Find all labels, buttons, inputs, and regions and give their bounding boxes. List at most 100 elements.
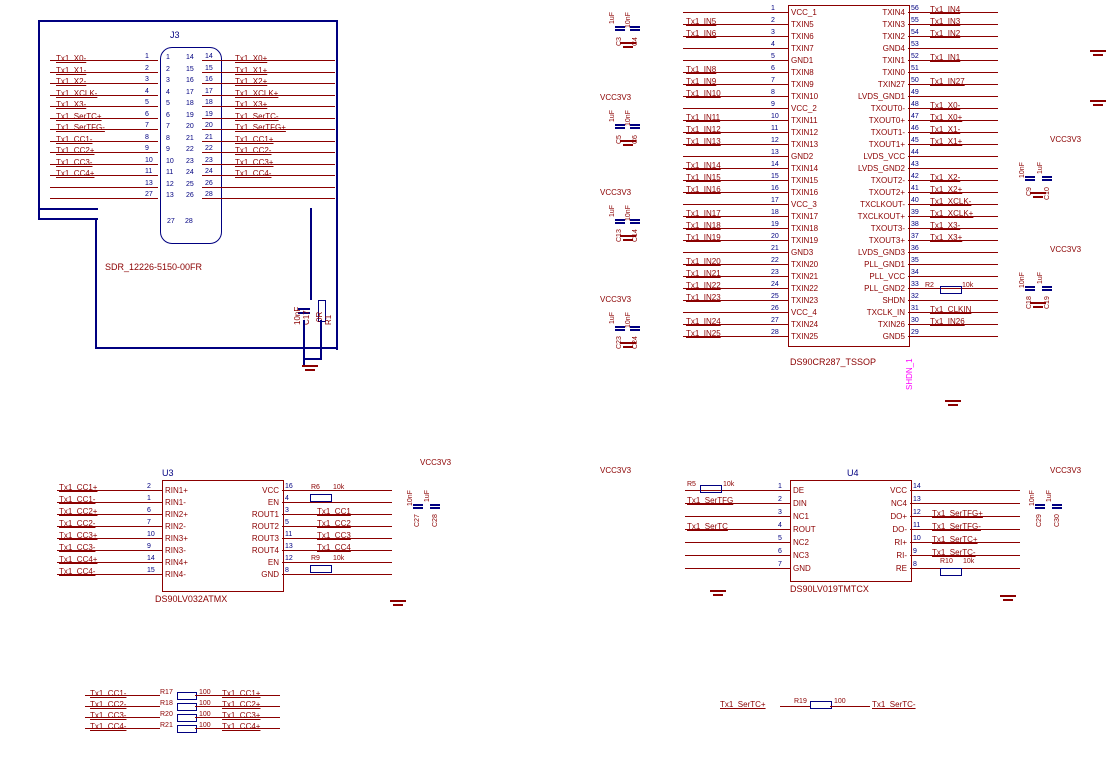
u3-left-net: Tx1_CC1+ xyxy=(59,483,97,492)
wire xyxy=(282,562,392,563)
gnd-c34 xyxy=(620,42,636,54)
u4-pin-num: 5 xyxy=(778,535,782,542)
j3-left-net: Tx1_X3- xyxy=(56,100,86,109)
c19-val: 1uF xyxy=(1037,272,1044,284)
u2-pin-num: 30 xyxy=(911,317,919,324)
u2-pin-name: LVDS_VCC xyxy=(863,152,905,161)
r2-val: 10k xyxy=(962,282,973,289)
u2-right-net: Tx1_IN26 xyxy=(930,317,965,326)
u2-pin-num: 35 xyxy=(911,257,919,264)
u4-pin-num: 12 xyxy=(913,509,921,516)
c13-val: 1uF xyxy=(609,205,616,217)
cap-c28 xyxy=(430,498,440,513)
gnd-u2-top xyxy=(1090,50,1106,62)
j3-part: SDR_12226-5150-00FR xyxy=(105,262,202,272)
u2-pin-name: LVDS_GND1 xyxy=(858,92,905,101)
wire xyxy=(95,347,337,349)
u2-pin-name: TXIN22 xyxy=(791,284,818,293)
r1-ref: R1 xyxy=(324,315,333,325)
j3-pin-num: 7 xyxy=(145,122,149,129)
u3-pin-num: 7 xyxy=(147,519,151,526)
u2-left-net: Tx1_IN17 xyxy=(686,209,721,218)
u2-pin-num: 28 xyxy=(771,329,779,336)
wire xyxy=(85,717,160,718)
u2-pin-num: 56 xyxy=(911,5,919,12)
cap-c23 xyxy=(615,320,625,335)
u4-pin-num: 10 xyxy=(913,535,921,542)
u2-left-net: Tx1_IN20 xyxy=(686,257,721,266)
u3-part: DS90LV032ATMX xyxy=(155,594,227,604)
wire xyxy=(38,20,40,220)
j3-body-pin: 7 xyxy=(166,123,170,130)
term1-left: Tx1_CC4- xyxy=(90,722,126,731)
wire xyxy=(50,198,158,199)
u2-left-net: Tx1_IN18 xyxy=(686,221,721,230)
wire xyxy=(780,706,810,707)
c27-val: 10nF xyxy=(407,490,414,506)
j3-pin-num: 24 xyxy=(205,168,213,175)
u2-pin-num: 29 xyxy=(911,329,919,336)
u2-left-net: Tx1_IN8 xyxy=(686,65,716,74)
u2-pin-num: 18 xyxy=(771,209,779,216)
u2-pin-name: TXIN15 xyxy=(791,176,818,185)
u3-pin-num: 16 xyxy=(285,483,293,490)
j3-right-net: Tx1_XCLK+ xyxy=(235,89,278,98)
u2-pin-name: TXOUT2- xyxy=(871,176,905,185)
u3-left-net: Tx1_CC4+ xyxy=(59,555,97,564)
wire xyxy=(830,706,870,707)
u2-left-net: Tx1_IN24 xyxy=(686,317,721,326)
j3-pin-num: 26 xyxy=(205,180,213,187)
u2-pin-name: TXIN21 xyxy=(791,272,818,281)
wire xyxy=(50,129,158,130)
u2-pin-name: GND4 xyxy=(883,44,905,53)
term-res-ref: R20 xyxy=(160,711,173,718)
u4-left-net: Tx1_SerTC xyxy=(687,522,728,531)
term1-right: Tx1_CC1+ xyxy=(222,689,260,698)
u4-pin-num: 4 xyxy=(778,522,782,529)
vcc-u2-2: VCC3V3 xyxy=(600,188,631,197)
j3-pin-num: 14 xyxy=(205,53,213,60)
u2-pin-name: GND5 xyxy=(883,332,905,341)
u3-right-net: Tx1_CC4 xyxy=(317,543,351,552)
u2-pin-name: LVDS_GND2 xyxy=(858,164,905,173)
u2-pin-num: 52 xyxy=(911,53,919,60)
c14-val: 10nF xyxy=(625,205,632,221)
wire xyxy=(50,118,158,119)
u4-right-net: Tx1_SerTC- xyxy=(932,548,976,557)
j3-pin-num: 23 xyxy=(205,157,213,164)
c18-val: 10nF xyxy=(1019,272,1026,288)
j3-left-net: Tx1_CC1- xyxy=(56,135,92,144)
u2-pin-name: GND3 xyxy=(791,248,813,257)
wire xyxy=(683,48,788,49)
res-r19 xyxy=(810,701,832,709)
j3-pin-num: 13 xyxy=(145,180,153,187)
j3-left-net: Tx1_X0- xyxy=(56,54,86,63)
c24-val: 10nF xyxy=(625,312,632,328)
gnd-u2-mid xyxy=(1090,100,1106,112)
u2-pin-name: TXOUT0- xyxy=(871,104,905,113)
u2-pin-num: 11 xyxy=(771,125,778,132)
term1-right: Tx1_CC3+ xyxy=(222,711,260,720)
c17-val: 10nF xyxy=(293,307,302,325)
u2-pin-name: TXIN9 xyxy=(791,80,814,89)
wire xyxy=(683,252,788,253)
u2-pin-name: TXIN13 xyxy=(791,140,818,149)
u2-pin-name: GND2 xyxy=(791,152,813,161)
u3-left-net: Tx1_CC3- xyxy=(59,543,95,552)
u4-pin-name: NC3 xyxy=(793,551,809,560)
j3-left-net: Tx1_SerTFG- xyxy=(56,123,105,132)
r6-val: 10k xyxy=(333,484,344,491)
u2-pin-num: 36 xyxy=(911,245,919,252)
term1-left: Tx1_CC1- xyxy=(90,689,126,698)
j3-pin-num: 16 xyxy=(205,76,213,83)
u4-part: DS90LV019TMTCX xyxy=(790,584,869,594)
c9-val: 10nF xyxy=(1019,162,1026,178)
u4-pin-num: 7 xyxy=(778,561,782,568)
wire xyxy=(910,568,1020,569)
u2-pin-name: TXIN10 xyxy=(791,92,818,101)
u2-part: DS90CR287_TSSOP xyxy=(790,357,876,367)
u2-left-net: Tx1_IN6 xyxy=(686,29,716,38)
u2-pin-name: TXOUT1+ xyxy=(869,140,905,149)
j3-pin-num: 27 xyxy=(145,191,153,198)
res-term xyxy=(177,725,197,733)
